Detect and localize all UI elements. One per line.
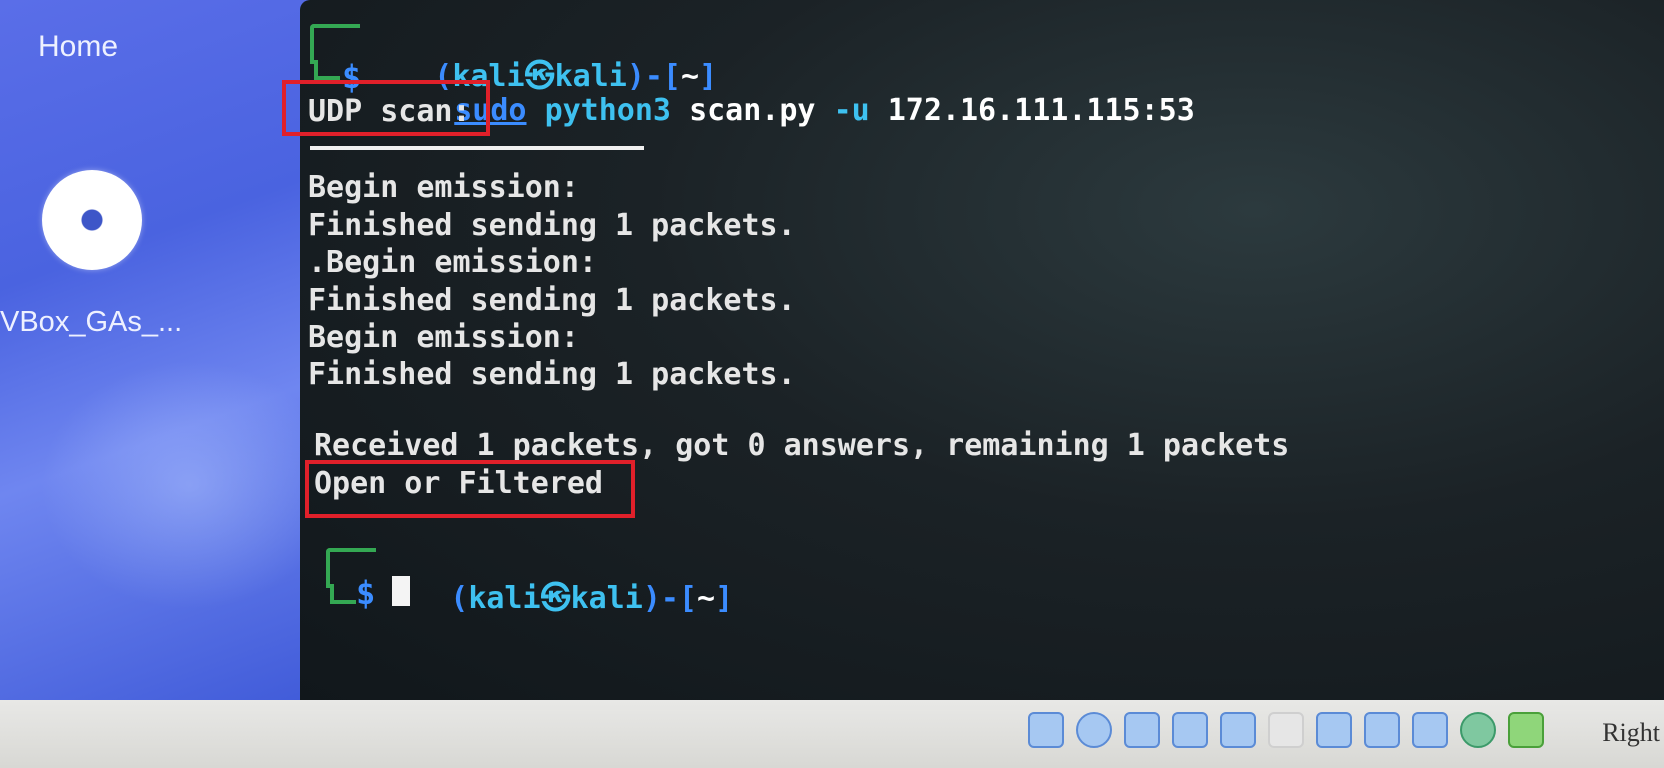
output-line: Begin emission: xyxy=(308,320,579,355)
recording-icon[interactable] xyxy=(1364,712,1400,748)
desktop: Home VBox_GAs_... xyxy=(0,0,340,710)
prompt-frame-bottom xyxy=(314,60,340,80)
output-line: Begin emission: xyxy=(308,170,579,205)
highlight-box-result xyxy=(305,460,635,518)
cd-disk-icon[interactable] xyxy=(42,170,142,270)
prompt-host: kali xyxy=(570,581,643,616)
desktop-cd-label[interactable]: VBox_GAs_... xyxy=(0,306,182,339)
display-icon[interactable] xyxy=(1316,712,1352,748)
prompt-dollar: $ xyxy=(356,574,376,612)
mouse-integration-icon[interactable] xyxy=(1508,712,1544,748)
audio-icon[interactable] xyxy=(1124,712,1160,748)
output-line: .Begin emission: xyxy=(308,245,597,280)
prompt-frame-bottom xyxy=(330,584,356,604)
hdd-icon[interactable] xyxy=(1028,712,1064,748)
vt-x-icon[interactable] xyxy=(1412,712,1448,748)
output-line: Received 1 packets, got 0 answers, remai… xyxy=(314,428,1290,463)
host-key-label: Right xyxy=(1602,718,1660,747)
highlight-box-udp-scan xyxy=(282,80,490,136)
status-icons xyxy=(1028,712,1544,748)
usb-icon[interactable] xyxy=(1220,712,1256,748)
network-icon[interactable] xyxy=(1172,712,1208,748)
desktop-home-label[interactable]: Home xyxy=(38,30,118,64)
terminal-window[interactable]: (kali㉿kali)-[~] $ sudo python3 scan.py -… xyxy=(282,0,1664,700)
output-line: Finished sending 1 packets. xyxy=(308,357,796,392)
divider-line xyxy=(310,146,644,150)
output-line: Finished sending 1 packets. xyxy=(308,283,796,318)
prompt-user: kali xyxy=(468,581,541,616)
vm-status-bar: Right xyxy=(0,700,1664,768)
text-cursor[interactable] xyxy=(392,576,410,606)
output-line: Finished sending 1 packets. xyxy=(308,208,796,243)
shared-folder-icon[interactable] xyxy=(1268,712,1304,748)
optical-disk-icon[interactable] xyxy=(1076,712,1112,748)
prompt-line: (kali㉿kali)-[~] xyxy=(450,581,734,616)
guest-additions-icon[interactable] xyxy=(1460,712,1496,748)
